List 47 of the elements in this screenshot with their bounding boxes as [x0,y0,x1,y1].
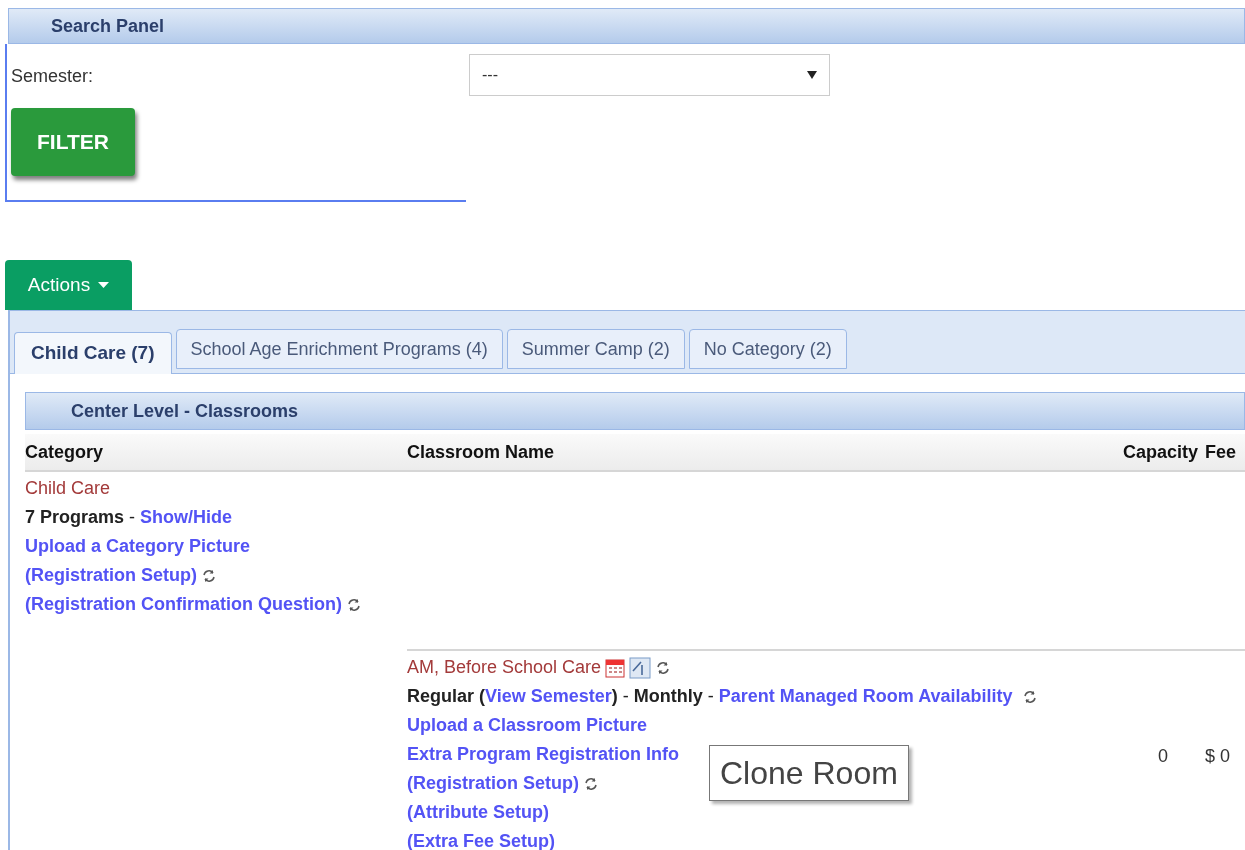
semester-select[interactable]: --- [469,54,830,96]
refresh-icon[interactable] [1021,688,1038,705]
tab[interactable]: Child Care (7) [14,332,172,374]
column-header: Fee [1205,440,1238,464]
setup-link[interactable]: (Registration Setup) [25,562,197,589]
tab[interactable]: Summer Camp (2) [506,329,685,369]
setup-link[interactable]: (Registration Confirmation Question) [25,591,342,618]
refresh-icon[interactable] [346,596,362,613]
paren: ) [611,685,618,708]
separator: - [707,685,714,708]
section-title: Center Level - Classrooms [71,399,299,423]
separator: - [129,506,136,529]
setup-link[interactable]: (Extra Fee Setup) [407,828,556,850]
setup-link[interactable]: Extra Program Registration Info [407,741,680,768]
calendar-icon[interactable] [605,657,626,678]
column-header: Category [25,440,105,464]
filter-button[interactable]: FILTER [11,108,135,176]
tab[interactable]: School Age Enrichment Programs (4) [175,329,503,369]
capacity-value: 0 [1157,745,1169,768]
show-hide-link[interactable]: Show/Hide [140,504,233,531]
panel-title: Search Panel [51,14,165,38]
setup-link[interactable]: (Registration Setup) [407,770,579,797]
refresh-icon[interactable] [583,775,599,792]
dropdown-icon [807,71,817,79]
semester-label: Semester: [11,65,95,88]
classroom-name[interactable]: AM, Before School Care [407,654,602,681]
edit-icon[interactable] [629,656,652,679]
refresh-icon[interactable] [201,567,217,584]
paren: ( [479,685,486,708]
refresh-icon[interactable] [655,659,672,676]
setup-link[interactable]: Upload a Classroom Picture [407,712,648,739]
view-semester-link[interactable]: View Semester [485,683,612,710]
setup-link[interactable]: (Attribute Setup) [407,799,549,826]
billing-period: Monthly [633,685,703,708]
actions-button[interactable]: Actions [5,260,132,310]
column-header: Classroom Name [407,440,556,464]
tab[interactable]: No Category (2) [688,329,847,369]
setup-link[interactable]: Upload a Category Picture [25,533,251,560]
fee-value: $ 0 [1205,745,1232,768]
tooltip: Clone Room [709,745,909,801]
caret-icon [98,282,110,288]
separator: - [622,685,629,708]
column-header: Capacity [1123,440,1200,464]
availability-link[interactable]: Parent Managed Room Availability [718,683,1013,710]
program-count: 7 Programs [25,506,125,529]
classroom-type: Regular [407,685,475,708]
category-name: Child Care [25,477,111,500]
